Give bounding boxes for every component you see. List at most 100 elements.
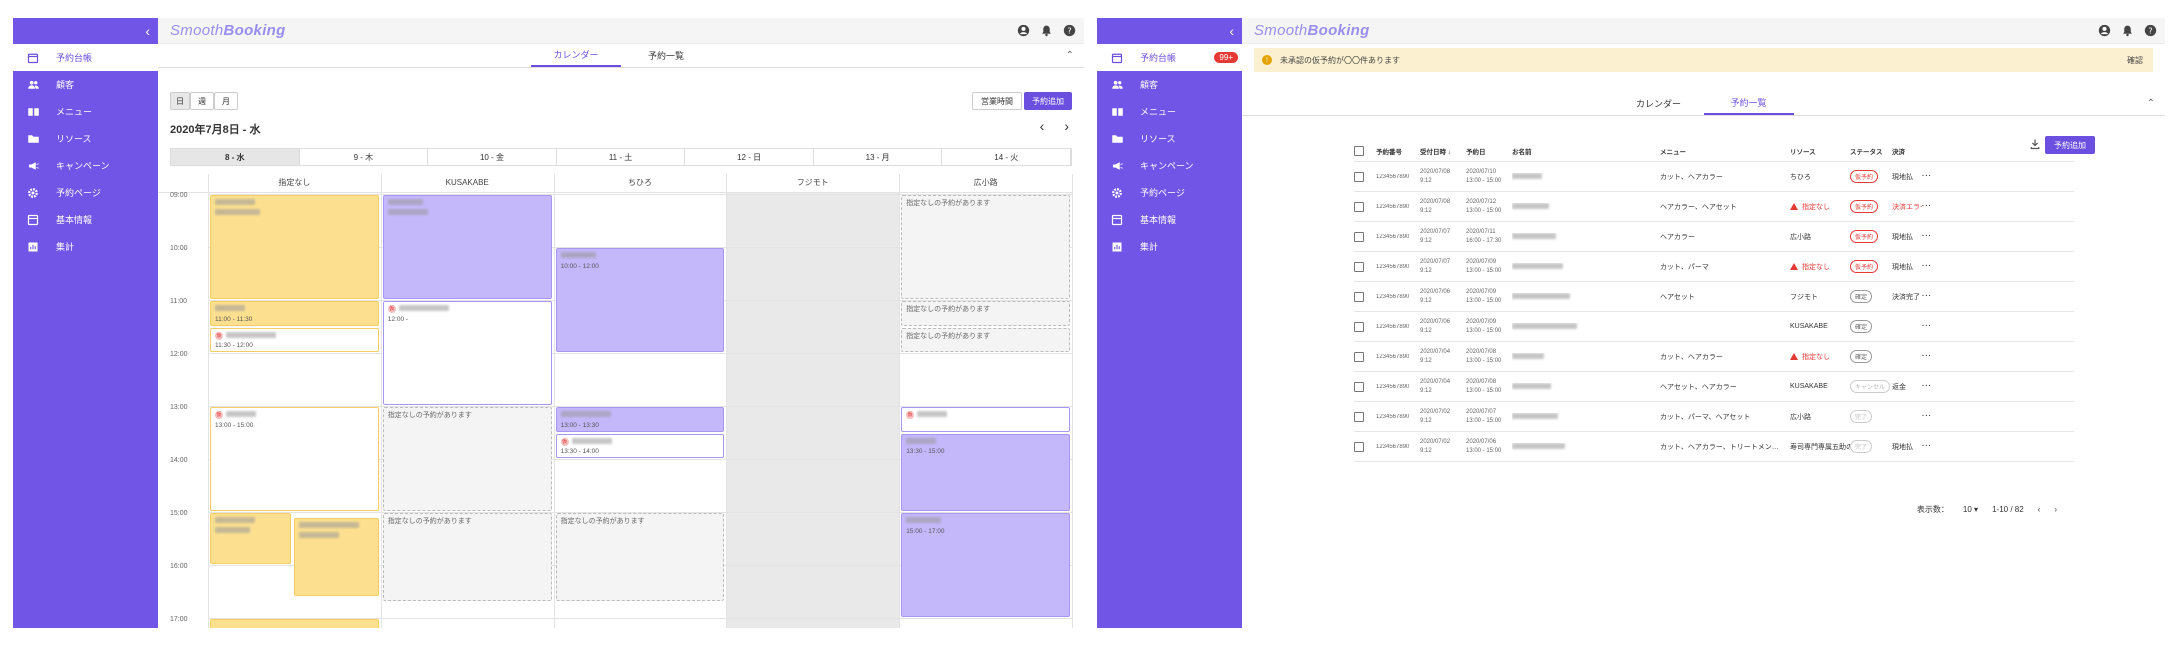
table-row[interactable]: 1234567890 2020/07/07 9:12 2020/07/11 16:0… [1354,222,2074,252]
tab-booking-list[interactable]: 予約一覧 [621,44,711,67]
sidebar-item-2[interactable]: メニュー [13,98,158,125]
more-icon[interactable]: ··· [1922,353,1942,360]
view-week-button[interactable]: 週 [190,92,214,110]
table-row[interactable]: 1234567890 2020/07/02 9:12 2020/07/07 13:0… [1354,402,2074,432]
column-header[interactable]: 予約日 [1466,146,1512,156]
account-icon[interactable] [1017,24,1030,37]
table-row[interactable]: 1234567890 2020/07/06 9:12 2020/07/09 13:0… [1354,312,2074,342]
row-checkbox[interactable] [1354,441,1364,452]
more-icon[interactable]: ··· [1922,323,1942,330]
sidebar-item-4[interactable]: キャンペーン [1097,152,1242,179]
booking-event[interactable]: 仮 13:00 - 15:00 [210,407,379,511]
more-icon[interactable]: ··· [1922,263,1942,270]
booking-event[interactable]: 仮 13:30 - 14:00 [555,433,725,458]
collapse-sidebar-button[interactable]: ‹ [1097,18,1242,44]
sidebar-item-7[interactable]: 集計 [13,233,158,260]
row-checkbox[interactable] [1354,261,1364,272]
more-icon[interactable]: ··· [1922,233,1942,240]
sidebar-item-4[interactable]: キャンペーン [13,152,158,179]
tab-calendar[interactable]: カレンダー [1614,92,1704,115]
booking-event[interactable]: 仮 12:00 - [382,301,552,405]
row-checkbox[interactable] [1354,321,1364,332]
day-tab[interactable]: 14 - 火 [942,149,1072,165]
booking-event[interactable]: 仮 [901,407,1070,432]
row-checkbox[interactable] [1354,351,1364,362]
sidebar-item-0[interactable]: 予約台帳 99+ [1097,44,1242,71]
business-hours-button[interactable]: 営業時間 [972,92,1022,110]
booking-event[interactable]: 指定なしの予約があります [382,513,552,602]
banner-confirm-button[interactable]: 確認 [2127,55,2143,66]
booking-event[interactable]: 13:00 - 13:30 [555,407,725,432]
table-row[interactable]: 1234567890 2020/07/08 9:12 2020/07/10 13:0… [1354,162,2074,192]
more-icon[interactable]: ··· [1922,173,1942,180]
booking-event[interactable]: 指定なしの予約があります [555,513,725,602]
collapse-icon[interactable]: ⌃ [1066,50,1074,61]
account-icon[interactable] [2098,24,2111,37]
row-checkbox[interactable] [1354,381,1364,392]
more-icon[interactable]: ··· [1922,443,1942,450]
day-tab[interactable]: 13 - 月 [814,149,943,165]
bell-icon[interactable] [2121,24,2134,37]
tab-calendar[interactable]: カレンダー [531,44,621,67]
next-day-button[interactable]: › [1064,118,1069,134]
more-icon[interactable]: ··· [1922,293,1942,300]
row-checkbox[interactable] [1354,171,1364,182]
booking-event[interactable] [210,513,292,564]
booking-event[interactable]: 13:30 - 15:00 [901,433,1070,511]
collapse-icon[interactable]: ⌃ [2147,98,2155,109]
day-tab[interactable]: 11 - 土 [557,149,686,165]
prev-day-button[interactable]: ‹ [1040,118,1045,134]
help-icon[interactable]: ? [2144,24,2157,37]
tab-booking-list[interactable]: 予約一覧 [1703,92,1794,115]
table-row[interactable]: 1234567890 2020/07/08 9:12 2020/07/12 13:0… [1354,192,2074,222]
booking-event[interactable]: 仮 11:30 - 12:00 [210,327,379,352]
booking-event[interactable]: 指定なしの予約があります [901,327,1070,352]
help-icon[interactable]: ? [1063,24,1076,37]
sidebar-item-1[interactable]: 顧客 [13,71,158,98]
day-tab[interactable]: 12 - 日 [685,149,814,165]
booking-event[interactable] [294,518,379,596]
row-checkbox[interactable] [1354,411,1364,422]
per-page-select[interactable]: 10 ▾ [1963,505,1978,514]
prev-page-button[interactable]: ‹ [2038,505,2041,514]
booking-event[interactable]: 指定なしの予約があります [901,301,1070,326]
row-checkbox[interactable] [1354,291,1364,302]
sidebar-item-1[interactable]: 顧客 [1097,71,1242,98]
sidebar-item-5[interactable]: 予約ページ [13,179,158,206]
view-month-button[interactable]: 月 [214,92,238,110]
sidebar-item-2[interactable]: メニュー [1097,98,1242,125]
add-booking-button[interactable]: 予約追加 [1024,92,1072,110]
sidebar-item-6[interactable]: 基本情報 [1097,206,1242,233]
sidebar-item-7[interactable]: 集計 [1097,233,1242,260]
day-tab[interactable]: 8 - 水 [171,149,300,165]
sidebar-item-5[interactable]: 予約ページ [1097,179,1242,206]
booking-event[interactable] [210,195,379,299]
booking-event[interactable]: 指定なしの予約があります [901,195,1070,299]
more-icon[interactable]: ··· [1922,203,1942,210]
booking-event[interactable] [210,619,379,628]
day-tab[interactable]: 10 - 金 [428,149,557,165]
booking-event[interactable] [382,195,552,299]
sidebar-item-6[interactable]: 基本情報 [13,206,158,233]
table-row[interactable]: 1234567890 2020/07/02 9:12 2020/07/06 13:0… [1354,432,2074,462]
sidebar-item-3[interactable]: リソース [13,125,158,152]
column-header[interactable]: 受付日時 ↓ [1420,146,1466,156]
booking-event[interactable]: 10:00 - 12:00 [555,248,725,352]
sidebar-item-0[interactable]: 予約台帳 [13,44,158,71]
table-row[interactable]: 1234567890 2020/07/06 9:12 2020/07/09 13:0… [1354,282,2074,312]
table-row[interactable]: 1234567890 2020/07/04 9:12 2020/07/08 13:0… [1354,342,2074,372]
table-row[interactable]: 1234567890 2020/07/07 9:12 2020/07/09 13:0… [1354,252,2074,282]
more-icon[interactable]: ··· [1922,413,1942,420]
more-icon[interactable]: ··· [1922,383,1942,390]
sidebar-item-3[interactable]: リソース [1097,125,1242,152]
table-row[interactable]: 1234567890 2020/07/04 9:12 2020/07/08 13:0… [1354,372,2074,402]
booking-event[interactable]: 指定なしの予約があります [382,407,552,511]
select-all-checkbox[interactable] [1354,145,1364,156]
collapse-sidebar-button[interactable]: ‹ [13,18,158,44]
booking-event[interactable]: 15:00 - 17:00 [901,513,1070,617]
next-page-button[interactable]: › [2054,505,2057,514]
row-checkbox[interactable] [1354,231,1364,242]
view-day-button[interactable]: 日 [170,92,190,110]
bell-icon[interactable] [1040,24,1053,37]
booking-event[interactable]: 11:00 - 11:30 [210,301,379,326]
